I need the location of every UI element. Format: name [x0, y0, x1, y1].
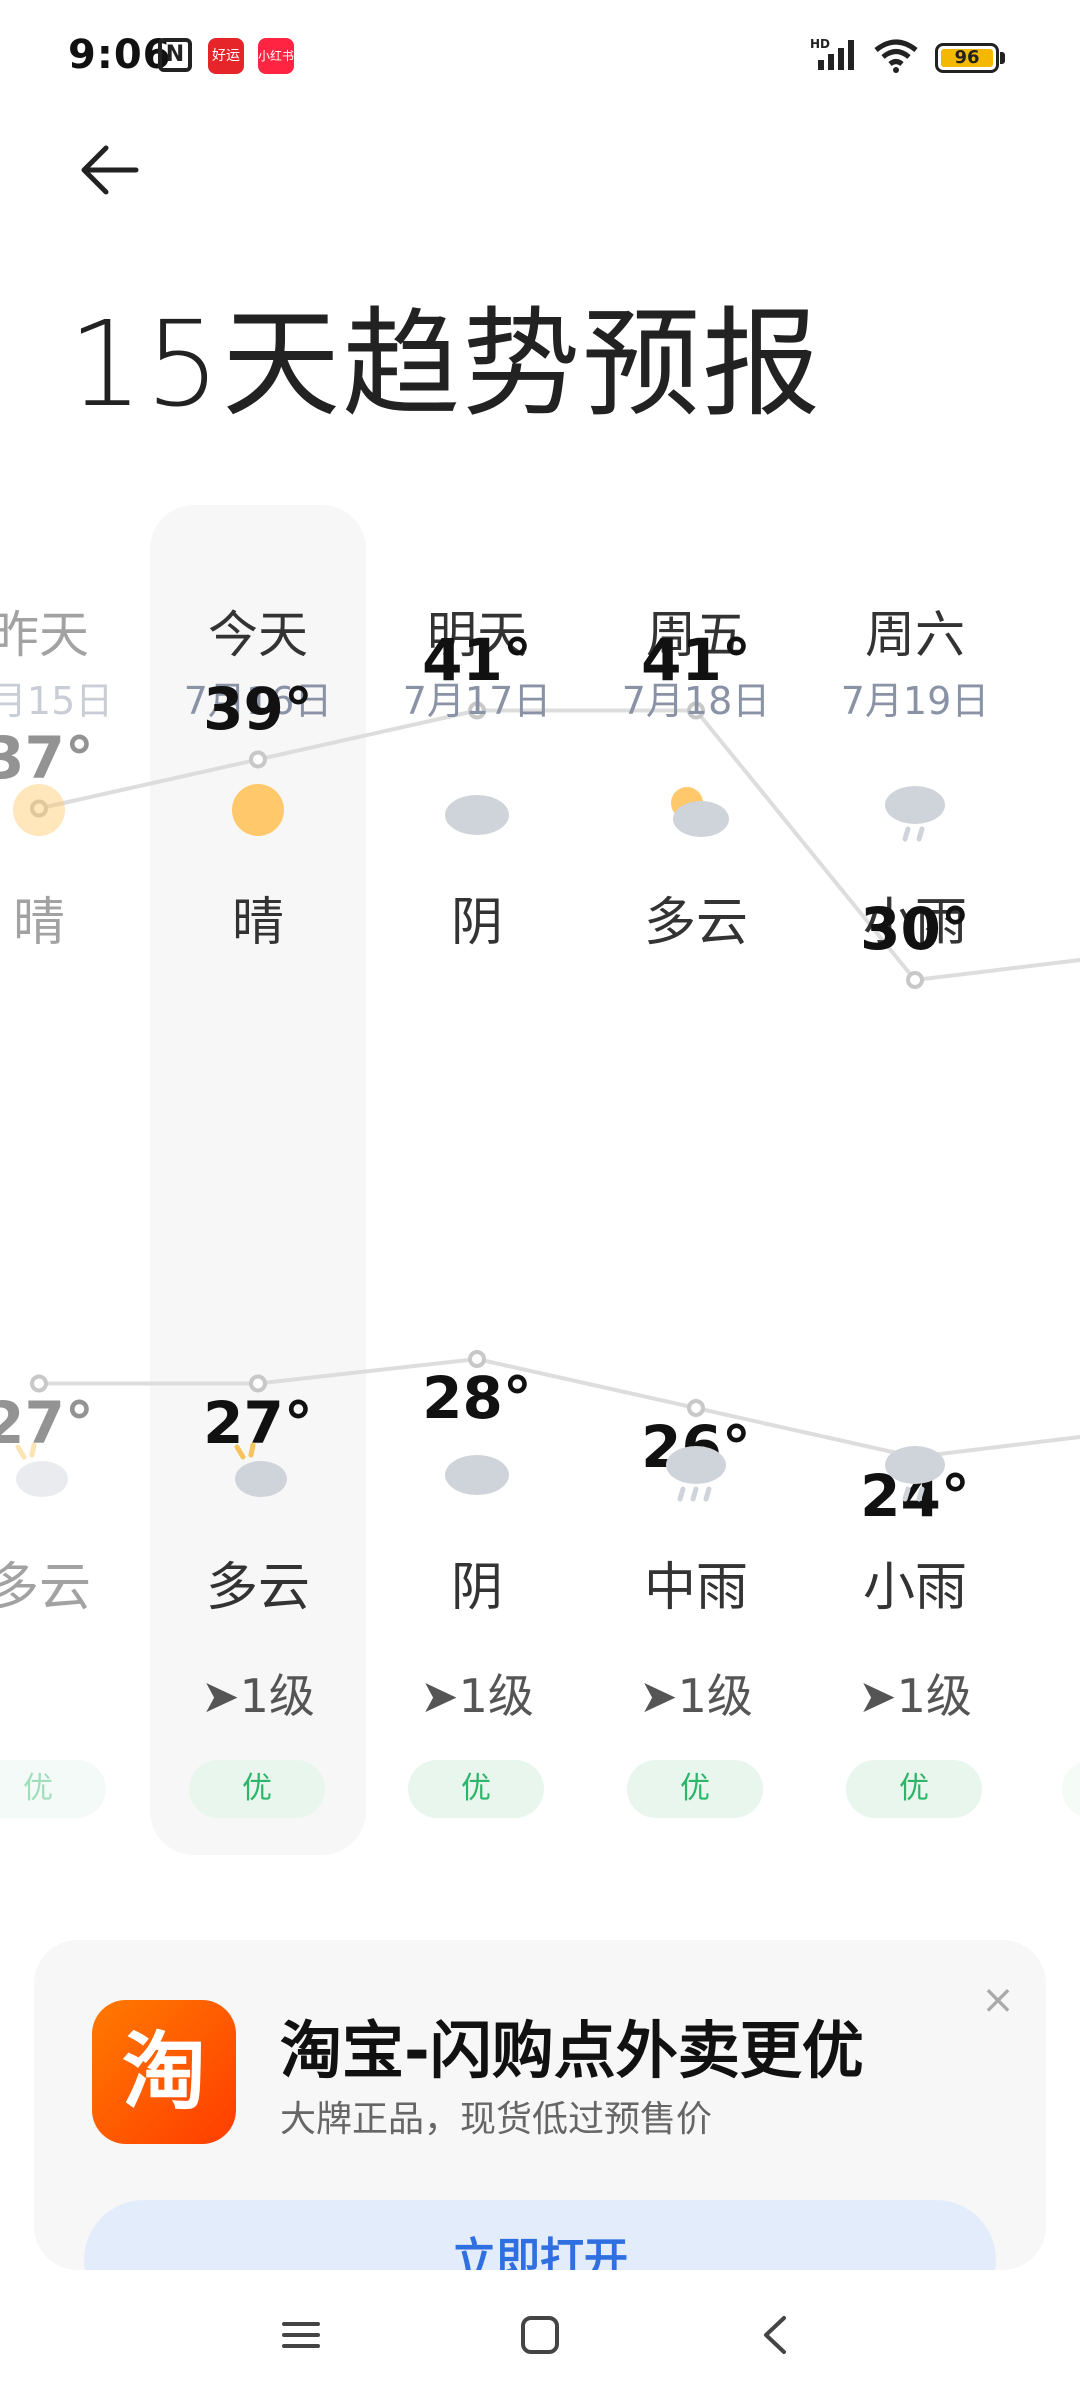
back-arrow-icon[interactable] [72, 130, 152, 210]
nfc-icon: N [158, 38, 192, 72]
battery-icon: 96 [935, 43, 999, 73]
app-notification-icon: 好运 [208, 38, 244, 74]
rain-icon [666, 1446, 726, 1502]
night-condition: 小雨 [862, 1558, 967, 1618]
ad-title[interactable]: 淘宝-闪购点外卖更优 [280, 2000, 864, 2090]
wind-level: ➤1级 [420, 1669, 534, 1723]
xiaohongshu-notification-icon: 小红书 [258, 38, 294, 74]
partly-cloudy-night-icon [234, 1442, 287, 1497]
aqi-badge: 优 [846, 1760, 982, 1818]
day-column-yesterday[interactable]: 昨天 7月15日 晴 37° 27° 多云 优 [0, 505, 148, 1855]
home-icon[interactable] [515, 2310, 565, 2360]
night-condition: 中雨 [643, 1558, 748, 1618]
wind-level: ➤1级 [201, 1669, 315, 1723]
day-column-tomorrow[interactable]: 明天 7月17日 阴 41° 28° 阴 ➤1级 优 [368, 505, 586, 1855]
page-title: 15天趋势预报 [68, 295, 823, 433]
day-condition: 晴 [12, 893, 65, 953]
taobao-app-icon[interactable]: 淘 [92, 2000, 236, 2144]
day-name: 周六 [865, 606, 965, 664]
high-temp: 30° [860, 895, 970, 963]
signal-icon: HD [810, 37, 854, 70]
aqi-badge: 优 [189, 1760, 325, 1818]
day-name: 昨天 [0, 606, 89, 664]
cloud-icon [445, 795, 509, 835]
high-temp: 41° [641, 625, 751, 694]
day-condition: 多云 [643, 893, 748, 953]
close-icon[interactable]: × [978, 1980, 1018, 2020]
day-date: 7月19日 [840, 679, 990, 723]
aqi-badge: 优 [627, 1760, 763, 1818]
status-time: 9:06 [68, 32, 172, 78]
wind-level: ➤1级 [858, 1669, 972, 1723]
high-temp: 41° [422, 625, 532, 694]
day-condition: 晴 [231, 893, 284, 953]
sun-icon [232, 784, 284, 836]
light-rain-icon [885, 1446, 945, 1502]
low-temp: 28° [422, 1364, 532, 1432]
high-temp: 39° [203, 674, 313, 743]
cloud-icon [445, 1455, 509, 1495]
forecast-strip[interactable]: 昨天 7月15日 晴 37° 27° 多云 优 今天 7月16日 晴 39° 2… [0, 505, 1080, 1885]
aqi-badge: 优 [0, 1760, 106, 1818]
day-condition: 阴 [450, 893, 503, 953]
light-rain-icon [885, 786, 945, 842]
partly-cloudy-night-icon [15, 1442, 68, 1497]
menu-icon[interactable] [276, 2310, 326, 2360]
wifi-icon [874, 39, 918, 73]
day-column-today[interactable]: 今天 7月16日 晴 39° 27° 多云 ➤1级 优 [149, 505, 367, 1855]
status-bar: 9:06 N 好运 小红书 HD 96 [0, 0, 1080, 120]
navigation-bar [0, 2270, 1080, 2400]
high-temp: 37° [0, 723, 94, 792]
day-column-saturday[interactable]: 周六 7月19日 小雨 30° 24° 小雨 ➤1级 优 [806, 505, 1024, 1855]
night-condition: 阴 [450, 1558, 503, 1618]
battery-level: 96 [941, 49, 993, 67]
partly-cloudy-icon [671, 787, 729, 837]
ad-card[interactable]: 淘 淘宝-闪购点外卖更优 大牌正品，现货低过预售价 × 立即打开 [34, 1940, 1046, 2270]
battery-tip [1000, 52, 1005, 64]
day-name: 今天 [208, 606, 308, 664]
night-condition: 多云 [205, 1558, 310, 1618]
open-app-button[interactable]: 立即打开 [84, 2200, 996, 2270]
nav-back-icon[interactable] [752, 2310, 802, 2360]
night-condition: 多云 [0, 1558, 91, 1618]
wind-level: ➤1级 [639, 1669, 753, 1723]
hd-label: HD [810, 37, 830, 51]
ad-subtitle: 大牌正品，现货低过预售价 [280, 2099, 713, 2140]
aqi-badge: 优 [408, 1760, 544, 1818]
day-column-friday[interactable]: 周五 7月18日 多云 41° 26° 中雨 ➤1级 优 [587, 505, 805, 1855]
day-date: 7月15日 [0, 679, 114, 723]
